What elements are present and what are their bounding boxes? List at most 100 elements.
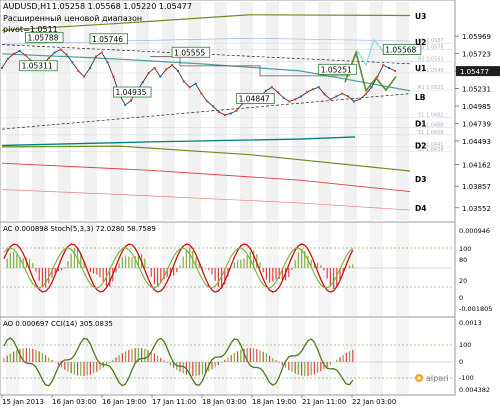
forex-chart: R1 1.0587R1 1.0578R3 1.0561R1 1.0545R1 1… — [0, 0, 500, 406]
ao-stripe — [110, 318, 123, 394]
time-stripe — [188, 2, 201, 220]
ac-stripe — [188, 223, 201, 316]
ac-stripe — [370, 223, 383, 316]
x-axis-label: 22 Jan 03:00 — [352, 398, 396, 406]
price-tick-label: 1.05723 — [462, 51, 491, 59]
annotation-label: 1.04847 — [239, 94, 270, 103]
price-bar — [306, 91, 309, 94]
ac-stripe — [58, 223, 71, 316]
ac-panel-label: AC 0.000898 Stoch(5,3,3) 72.0280 58.7589 — [3, 225, 156, 233]
level-label: U2 — [415, 38, 426, 47]
price-bar — [24, 54, 27, 57]
ac-stripe — [344, 223, 357, 316]
price-tick-label: 1.04493 — [462, 138, 491, 146]
time-stripe — [136, 2, 149, 220]
price-bar — [323, 93, 326, 96]
price-bar — [18, 49, 21, 52]
price-bar — [282, 96, 285, 99]
price-bar — [176, 69, 179, 72]
ao-stripe — [396, 318, 409, 394]
price-bar — [147, 72, 150, 75]
price-bar — [130, 99, 133, 102]
ac-tick-label: 80 — [459, 256, 467, 264]
price-bar — [94, 55, 97, 58]
price-bar — [1, 67, 3, 70]
watermark-text: alpari — [426, 374, 449, 383]
ao-tick-label: 100 — [459, 341, 471, 349]
time-stripe — [240, 2, 253, 220]
price-tick-label: 1.04739 — [462, 120, 491, 128]
price-bar — [370, 86, 373, 89]
ao-tick-label: 0.004382 — [459, 386, 490, 394]
annotation-label: 1.05568 — [385, 45, 416, 54]
price-bar — [171, 64, 174, 67]
level-label: D4 — [415, 204, 426, 213]
price-bar — [53, 51, 56, 54]
ao-stripe — [240, 318, 253, 394]
price-bar — [112, 75, 115, 78]
price-bar — [341, 92, 344, 95]
price-bar — [88, 67, 91, 70]
price-bar — [382, 64, 385, 67]
level-label: D1 — [415, 119, 426, 128]
price-bar — [364, 93, 367, 96]
ao-panel-label: AO 0.000697 CCI(14) 305.0835 — [3, 320, 113, 328]
x-axis-label: 15 Jan 2013 — [2, 398, 44, 406]
price-bar — [194, 82, 197, 85]
ac-stripe — [136, 223, 149, 316]
price-bar — [218, 111, 221, 114]
annotation-label: 1.05788 — [27, 33, 58, 42]
price-bar — [288, 100, 291, 103]
level-label: U3 — [415, 12, 426, 21]
x-axis-label: 16 Jan 03:00 — [52, 398, 96, 406]
fib-label: S1 1.0482 — [418, 113, 443, 119]
price-tick-label: 1.03552 — [462, 205, 491, 213]
annotation-label: 1.04935 — [115, 88, 146, 97]
x-axis-label: 16 Jan 19:00 — [102, 398, 146, 406]
annotation-label: 1.05251 — [321, 65, 352, 74]
ao-tick-label: -100 — [459, 374, 474, 382]
price-tick-label: 1.04162 — [462, 161, 491, 169]
price-bar — [188, 86, 191, 89]
price-bar — [311, 88, 314, 91]
price-bar — [388, 67, 391, 70]
ao-stripe — [370, 318, 383, 394]
time-stripe — [6, 2, 19, 220]
price-bar — [65, 53, 68, 56]
ao-tick-label: 0.0013 — [459, 319, 482, 327]
chart-ohlc: 1.05258 1.05568 1.05220 1.05477 — [52, 2, 192, 11]
price-bar — [294, 98, 297, 101]
current-price-label: 1.05477 — [460, 68, 489, 76]
ac-tick-label: 0 — [459, 294, 463, 302]
ac-tick-label-secondary: -0.001805 — [459, 305, 492, 313]
price-bar — [47, 57, 50, 60]
price-bar — [270, 86, 273, 89]
x-axis-label: 17 Jan 11:00 — [152, 398, 196, 406]
annotation-label: 1.05746 — [92, 35, 123, 44]
price-bar — [124, 103, 127, 106]
price-bar — [300, 95, 303, 98]
ac-stripe — [292, 223, 305, 316]
level-label: D3 — [415, 175, 426, 184]
price-bar — [264, 89, 267, 92]
price-bar — [182, 80, 185, 83]
x-axis-label: 18 Jan 03:00 — [202, 398, 246, 406]
price-tick-label: 1.05231 — [462, 86, 491, 94]
time-stripe — [344, 2, 357, 220]
x-axis-label: 21 Jan 11:00 — [302, 398, 346, 406]
annotation-label: 1.05311 — [22, 62, 53, 71]
price-bar — [212, 105, 215, 108]
time-stripe — [396, 2, 409, 220]
ao-stripe — [32, 318, 45, 394]
price-tick-label: 1.05969 — [462, 33, 491, 41]
price-bar — [83, 75, 86, 78]
ao-tick-label: 0 — [459, 358, 463, 366]
price-bar — [59, 48, 62, 51]
price-bar — [352, 100, 355, 103]
price-bar — [347, 95, 350, 98]
price-bar — [276, 91, 279, 94]
price-bar — [329, 98, 332, 101]
annotation-label: 1.05555 — [174, 48, 205, 57]
x-axis-label: 18 Jan 19:00 — [252, 398, 296, 406]
fib-label: R1 1.0521 — [418, 85, 444, 91]
